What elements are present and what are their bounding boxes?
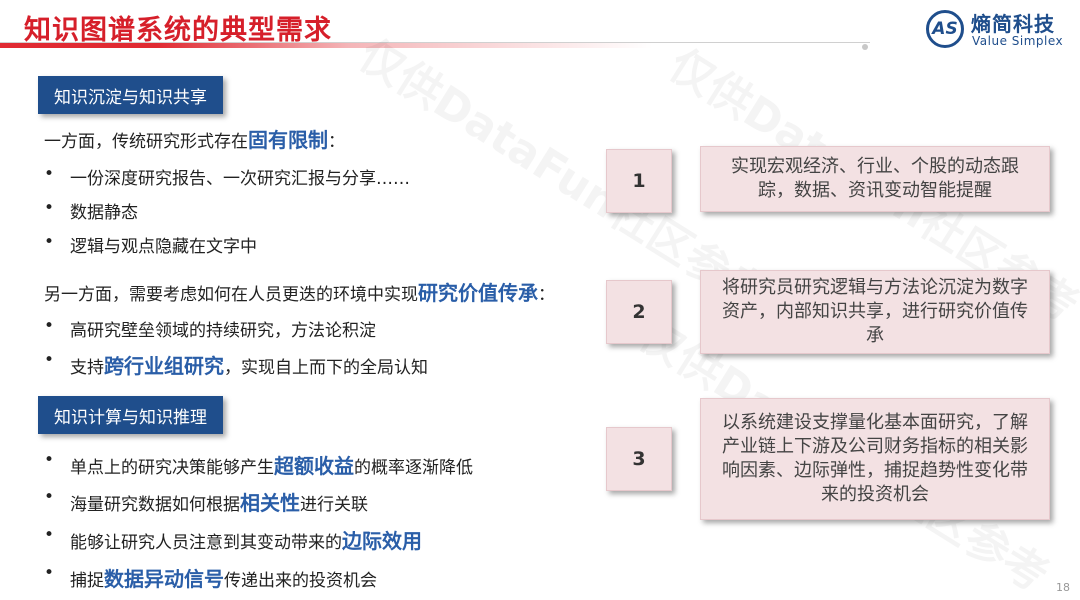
list-item-text: 支持跨行业组研究，实现自上而下的全局认知 xyxy=(70,350,428,379)
requirement-card-3: 以系统建设支撑量化基本面研究，了解产业链上下游及公司财务指标的相关影响因素、边际… xyxy=(700,398,1050,520)
company-logo: AS 熵简科技 Value Simplex xyxy=(926,8,1072,50)
text-segment: 支持 xyxy=(70,358,104,378)
intro-line-value-inheritance: 另一方面，需要考虑如何在人员更迭的环境中实现研究价值传承： xyxy=(44,277,555,306)
requirement-card-1: 实现宏观经济、行业、个股的动态跟踪，数据、资讯变动智能提醒 xyxy=(700,146,1050,212)
card-number-3: 3 xyxy=(606,427,672,491)
card-number-1: 1 xyxy=(606,149,672,213)
logo-mark-icon: AS xyxy=(926,10,964,48)
list-item-text: 捕捉数据异动信号传递出来的投资机会 xyxy=(70,563,377,592)
text-segment: 的概率逐渐降低 xyxy=(354,458,473,478)
title-rule-dot xyxy=(862,44,868,50)
section-label-knowledge-reasoning: 知识计算与知识推理 xyxy=(38,396,223,434)
highlight-text: 跨行业组研究 xyxy=(104,354,224,378)
requirement-card-2: 将研究员研究逻辑与方法论沉淀为数字资产，内部知识共享，进行研究价值传承 xyxy=(700,270,1050,354)
text-segment: 能够让研究人员注意到其变动带来的 xyxy=(70,533,342,553)
text-segment: 海量研究数据如何根据 xyxy=(70,495,240,515)
highlight-text: 固有限制 xyxy=(248,128,328,152)
text-segment: 一方面，传统研究形式存在 xyxy=(44,132,248,152)
list-item-text: 高研究壁垒领域的持续研究，方法论积淀 xyxy=(70,321,376,341)
logo-chinese-name: 熵简科技 xyxy=(971,12,1055,36)
text-segment: ： xyxy=(538,285,555,305)
highlight-text: 相关性 xyxy=(240,491,300,515)
highlight-text: 数据异动信号 xyxy=(104,567,224,591)
page-number: 18 xyxy=(1056,581,1070,594)
section-label-knowledge-sharing: 知识沉淀与知识共享 xyxy=(38,76,223,114)
list-item-text: 单点上的研究决策能够产生超额收益的概率逐渐降低 xyxy=(70,450,473,479)
text-segment: 单点上的研究决策能够产生 xyxy=(70,458,274,478)
highlight-text: 研究价值传承 xyxy=(418,281,538,305)
intro-line-limitations: 一方面，传统研究形式存在固有限制： xyxy=(44,124,345,153)
list-item-text: 逻辑与观点隐藏在文字中 xyxy=(70,237,257,257)
list-item-text: 一份深度研究报告、一次研究汇报与分享…… xyxy=(70,169,410,189)
title-underline xyxy=(0,42,870,48)
highlight-text: 超额收益 xyxy=(274,454,354,478)
text-segment: 传递出来的投资机会 xyxy=(224,571,377,591)
list-item-text: 能够让研究人员注意到其变动带来的边际效用 xyxy=(70,525,422,554)
text-segment: 进行关联 xyxy=(300,495,368,515)
highlight-text: 边际效用 xyxy=(342,529,422,553)
card-number-2: 2 xyxy=(606,280,672,344)
list-item-text: 海量研究数据如何根据相关性进行关联 xyxy=(70,487,368,516)
text-segment: 另一方面，需要考虑如何在人员更迭的环境中实现 xyxy=(44,285,418,305)
logo-english-name: Value Simplex xyxy=(972,34,1064,48)
text-segment: 捕捉 xyxy=(70,571,104,591)
text-segment: ，实现自上而下的全局认知 xyxy=(224,358,428,378)
list-item-text: 数据静态 xyxy=(70,203,138,223)
text-segment: ： xyxy=(328,132,345,152)
